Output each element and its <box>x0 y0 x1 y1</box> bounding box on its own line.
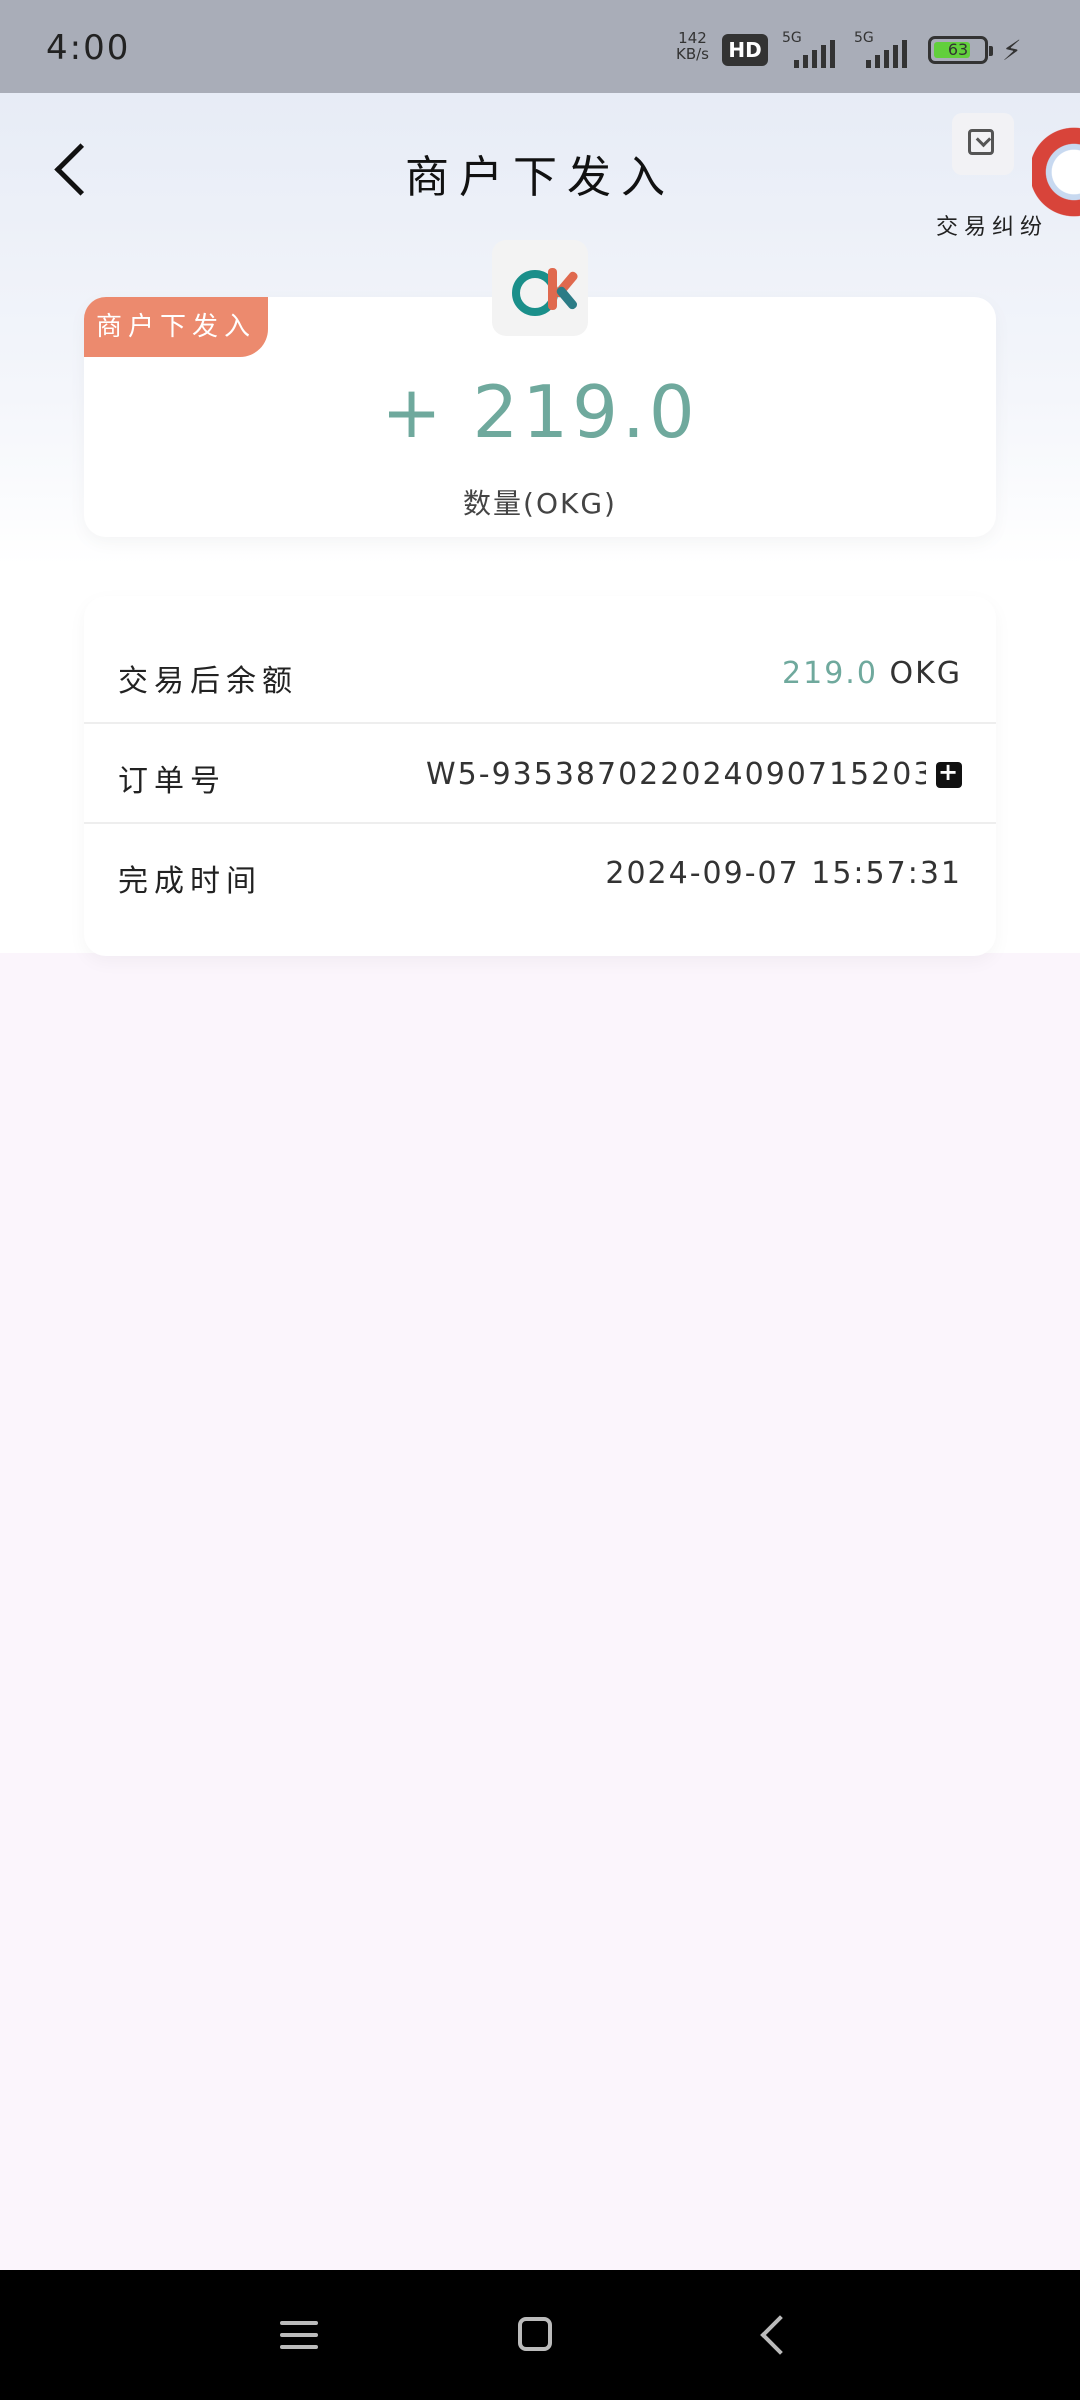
balance-amount: 219.0 <box>782 656 878 691</box>
copy-icon[interactable] <box>936 758 962 788</box>
amount-label: 数量(OKG) <box>463 487 617 520</box>
system-nav-bar <box>0 2270 1080 2400</box>
order-number: W5-93538702202409071520379908 <box>426 756 962 792</box>
status-time: 4:00 <box>46 28 131 68</box>
page-title: 商户下发入 <box>405 152 675 203</box>
home-icon[interactable] <box>506 2305 566 2365</box>
network-speed-value: 142 <box>678 29 707 47</box>
detail-label: 订单号 <box>118 764 226 799</box>
network-speed-unit: KB/s <box>676 45 709 63</box>
details-card: 交易后余额 219.0 OKG 订单号 W5-93538702202409071… <box>84 596 996 956</box>
signal-icon: 5G <box>780 30 850 68</box>
ok-logo-icon <box>492 240 588 336</box>
top-bar: 商户下发入 交易纠纷 <box>0 93 1080 243</box>
order-number-text: W5-93538702202409071520379908 <box>426 757 926 792</box>
completion-time: 2024-09-07 15:57:31 <box>605 856 962 891</box>
balance-unit: OKG <box>877 656 962 691</box>
detail-row-balance: 交易后余额 219.0 OKG <box>84 624 996 724</box>
dispute-icon <box>952 113 1014 175</box>
nav-back-icon[interactable] <box>744 2305 804 2365</box>
battery-icon: 63 <box>928 36 993 64</box>
mascot-float-icon[interactable] <box>1032 112 1080 232</box>
hd-icon: HD <box>722 34 768 66</box>
balance-value: 219.0 OKG <box>782 656 962 691</box>
amount-value: + 219.0 <box>381 370 699 454</box>
battery-level: 63 <box>947 40 969 59</box>
dispute-label: 交易纠纷 <box>936 215 1049 240</box>
detail-label: 交易后余额 <box>118 664 298 699</box>
detail-row-order: 订单号 W5-93538702202409071520379908 <box>84 724 996 824</box>
menu-icon[interactable] <box>270 2305 330 2365</box>
charging-icon: ⚡ <box>1002 34 1022 67</box>
status-bar: 4:00 142 KB/s HD 5G 5G 63 ⚡ <box>0 0 1080 93</box>
detail-label: 完成时间 <box>118 864 262 899</box>
network-speed: 142 KB/s <box>676 30 709 62</box>
detail-row-time: 完成时间 2024-09-07 15:57:31 <box>84 824 996 924</box>
signal-icon-2: 5G <box>852 30 922 68</box>
transaction-type-tag: 商户下发入 <box>84 297 268 357</box>
